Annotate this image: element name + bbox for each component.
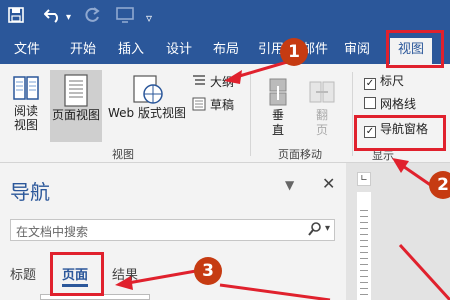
step-badge-1: 1 <box>280 38 308 66</box>
step-badge-2: 2 <box>429 171 450 199</box>
step-badge-3: 3 <box>194 257 222 285</box>
annotation-arrows <box>115 58 450 300</box>
